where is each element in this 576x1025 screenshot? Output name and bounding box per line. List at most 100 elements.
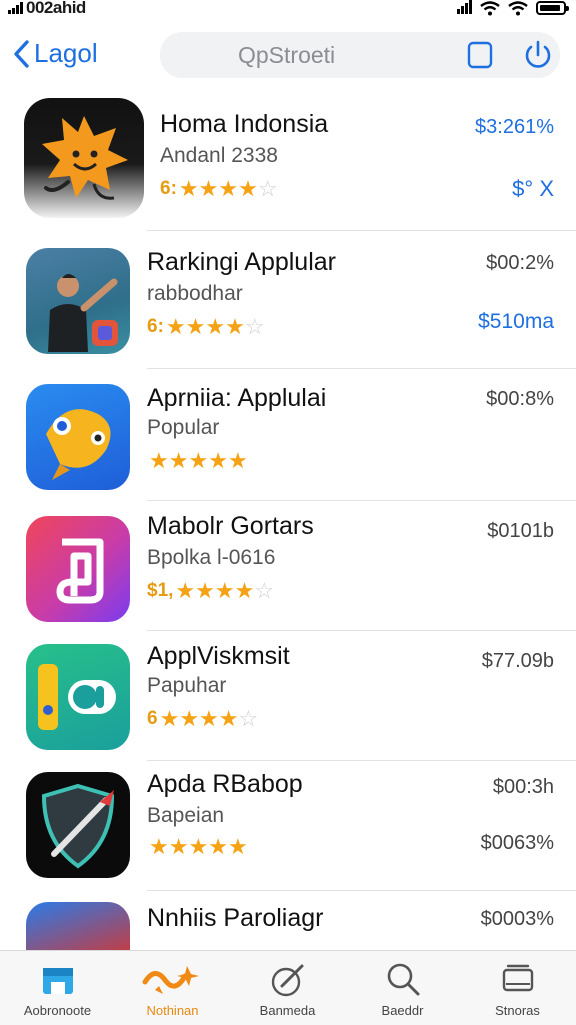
list-item[interactable]: Nnhiis Paroliagr $0003% [0, 900, 576, 950]
status-left: 002ahid [8, 0, 86, 17]
battery-icon [536, 1, 569, 15]
star-icon: ☆ [238, 706, 259, 731]
tab-bar: Aobronoote Nothinan Banmeda Baeddr Stnor… [0, 950, 576, 1025]
star-icon: ☆ [244, 314, 265, 339]
star-icon: ★ [175, 578, 196, 603]
app-price[interactable]: $3:261% [475, 116, 554, 139]
divider [147, 230, 576, 231]
star-icon: ☆ [254, 578, 275, 603]
search-field[interactable]: QpStroeti [160, 32, 560, 78]
status-bar: 002ahid [0, 0, 576, 22]
fish-icon [46, 409, 111, 480]
star-icon: ★ [185, 314, 206, 339]
divider [147, 760, 576, 761]
star-icon: ★ [218, 176, 239, 201]
app-price[interactable]: $0101b [487, 520, 554, 543]
rating-prefix: 6: [160, 178, 177, 199]
tab-banmeda[interactable]: Banmeda [230, 951, 345, 1025]
sparkle-icon [142, 966, 199, 994]
nav-bar: Lagol QpStroeti [0, 28, 576, 84]
app-rating: 6: ★★★★☆ [160, 176, 278, 202]
app-price[interactable]: $77.09b [482, 650, 554, 673]
star-rating-icon: ★★★★☆ [160, 706, 259, 732]
app-name: Homa Indonsia [160, 110, 329, 138]
app-subtitle: Popular [147, 416, 220, 439]
rating-prefix: $1, [147, 580, 174, 601]
star-icon: ★ [179, 706, 200, 731]
chevron-left-icon [14, 39, 29, 68]
mascot-icon [42, 116, 128, 200]
star-icon: ★ [188, 834, 209, 859]
star-icon: ☆ [257, 176, 278, 201]
app-rating: ★★★★★ [147, 448, 248, 474]
star-icon: ★ [199, 706, 219, 731]
star-icon: ★ [205, 314, 226, 339]
star-icon: ★ [198, 176, 219, 201]
app-rating: 6 ★★★★☆ [147, 706, 258, 732]
tab-aobronoote[interactable]: Aobronoote [0, 951, 115, 1025]
star-icon: ★ [159, 706, 180, 731]
tab-label: Banmeda [259, 1003, 316, 1018]
app-subtitle: Andanl 2338 [160, 144, 278, 167]
wifi-icon-2 [508, 0, 528, 15]
star-icon: ★ [149, 834, 169, 859]
power-icon[interactable] [522, 38, 554, 72]
app-rating: $1, ★★★★☆ [147, 578, 274, 604]
toggle-icon [38, 664, 116, 730]
star-icon: ★ [178, 176, 199, 201]
app-price-secondary[interactable]: $510ma [478, 310, 554, 334]
star-icon: ★ [168, 834, 189, 859]
app-icon-partial [26, 902, 130, 950]
app-icon-presenter [26, 248, 130, 354]
app-name: Rarkingi Applular [147, 248, 336, 276]
app-price[interactable]: $00:3h [493, 776, 554, 799]
tab-nothinan[interactable]: Nothinan [115, 951, 230, 1025]
search-input[interactable]: QpStroeti [238, 42, 335, 69]
store-icon [42, 968, 73, 994]
app-price[interactable]: $00:2% [486, 252, 554, 275]
tab-label: Nothinan [146, 1003, 199, 1018]
back-button[interactable]: Lagol [12, 38, 98, 69]
status-right [457, 0, 569, 16]
star-rating-icon: ★★★★☆ [166, 314, 265, 340]
divider [147, 890, 576, 891]
shield-icon [41, 783, 115, 869]
star-icon: ★ [225, 314, 245, 339]
app-icon-toggle [26, 644, 130, 750]
wifi-icon [480, 0, 500, 15]
app-icon-fish [26, 384, 130, 490]
rating-prefix: 6 [147, 708, 158, 729]
app-price[interactable]: $0003% [481, 908, 554, 931]
star-rating-icon: ★★★★☆ [179, 176, 278, 202]
star-icon: ★ [214, 578, 235, 603]
app-price-secondary[interactable]: $° X [512, 176, 554, 202]
cellular-icon [457, 0, 472, 14]
stack-icon [502, 964, 533, 992]
app-name: Nnhiis Paroliagr [147, 904, 324, 932]
star-icon: ★ [165, 314, 186, 339]
star-icon: ★ [227, 448, 248, 473]
star-rating-icon: ★★★★☆ [175, 578, 274, 604]
star-icon: ★ [208, 448, 228, 473]
star-icon: ★ [149, 448, 169, 473]
music-note-icon [56, 538, 104, 604]
app-rating: 6: ★★★★☆ [147, 314, 265, 340]
rating-prefix: 6: [147, 316, 164, 337]
pencil-icon [271, 964, 303, 997]
tab-baeddr[interactable]: Baeddr [345, 951, 460, 1025]
tab-stnoras[interactable]: Stnoras [460, 951, 575, 1025]
star-icon: ★ [238, 176, 258, 201]
app-name: ApplViskmsit [147, 642, 290, 670]
star-icon: ★ [195, 578, 215, 603]
app-price-secondary[interactable]: $0063% [481, 832, 554, 855]
app-price[interactable]: $00:8% [486, 388, 554, 411]
bookmark-icon[interactable] [466, 40, 494, 70]
search-icon [387, 963, 419, 996]
back-label: Lagol [34, 38, 98, 68]
app-name: Mabolr Gortars [147, 512, 314, 540]
divider [147, 368, 576, 369]
star-rating-icon: ★★★★★ [149, 448, 248, 474]
app-name: Apda RBabop [147, 770, 303, 798]
star-icon: ★ [234, 578, 255, 603]
app-icon-shield-dagger [26, 772, 130, 878]
